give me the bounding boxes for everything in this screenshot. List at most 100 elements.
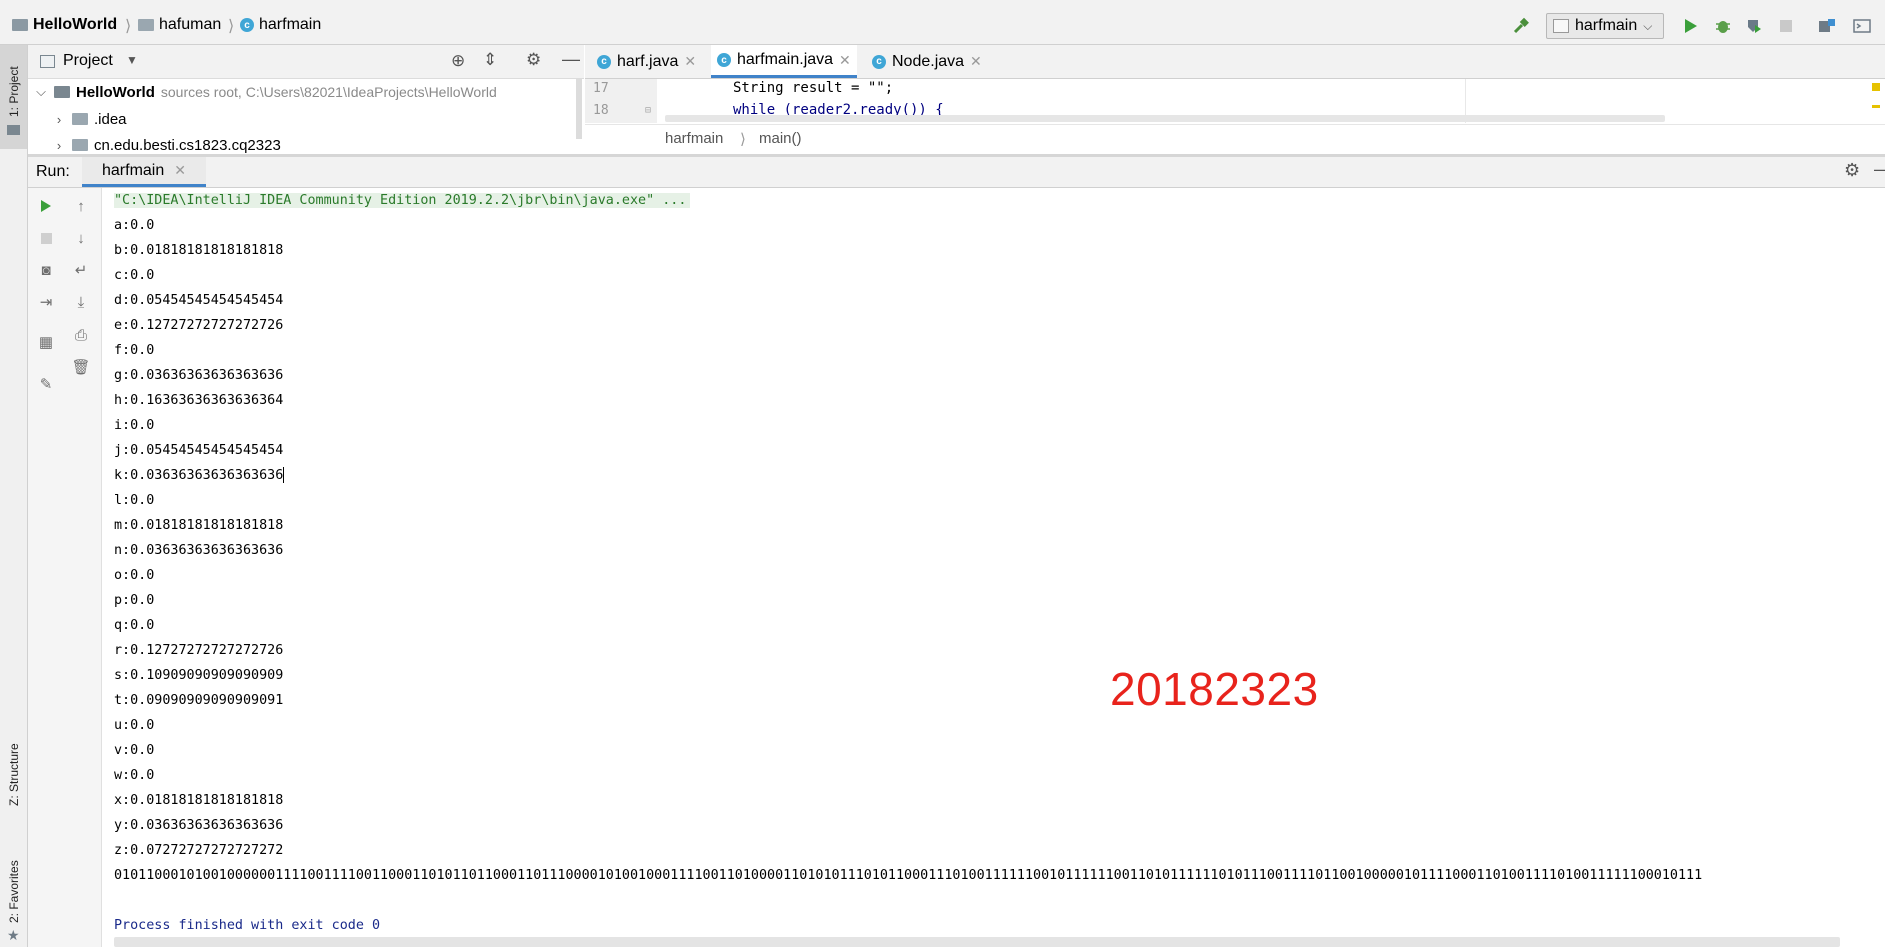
stop-icon[interactable] [1776,16,1796,36]
class-icon: c [240,18,254,32]
console-line-text: z:0.07272727272727272 [114,843,284,858]
camera-icon[interactable]: ◙ [35,259,57,281]
gear-icon[interactable]: ⚙ [1844,160,1860,181]
favorites-tab-label: 2: Favorites [7,860,21,923]
console-horizontal-scrollbar[interactable] [114,937,1840,947]
favorites-tool-tab[interactable]: 2: Favorites ★ [0,837,27,947]
console-line-text: l:0.0 [114,493,155,508]
tab-harf-java[interactable]: c harf.java ✕ [591,45,702,78]
console-line-text: b:0.01818181818181818 [114,243,284,258]
console-line-text: p:0.0 [114,593,155,608]
rerun-icon[interactable] [35,195,57,217]
scroll-to-end-icon[interactable]: ⤓ [70,291,92,313]
console-line-text: s:0.10909090909090909 [114,668,284,683]
project-panel-header: Project ▼ ⊕ ⇕ ⚙ — [28,45,584,79]
console-line: q:0.0 [114,613,154,638]
close-icon[interactable]: ✕ [970,53,982,70]
hide-panel-icon[interactable]: — [562,49,580,70]
run-configuration-select[interactable]: harfmain ⌵ [1546,13,1664,39]
collapse-all-icon[interactable]: ⇕ [483,50,497,70]
line-number: 18 [593,103,609,118]
trash-icon[interactable]: 🗑 [70,356,92,378]
run-with-coverage-icon[interactable] [1744,16,1764,36]
console-line: g:0.03636363636363636 [114,363,283,388]
console-line: h:0.16363636363636364 [114,388,283,413]
nav-separator: ⟩ [228,18,235,35]
console-line-text: j:0.05454545454545454 [114,443,284,458]
exit-icon[interactable]: ⇥ [35,291,57,313]
code-horizontal-scrollbar[interactable] [665,115,1665,122]
chevron-right-icon[interactable]: › [52,112,66,127]
breadcrumb-class[interactable]: harfmain [665,130,723,147]
text-cursor [283,467,285,483]
nav-crumb-module[interactable]: hafuman [138,16,221,34]
gear-icon[interactable]: ⚙ [526,50,541,70]
nav-crumb-file[interactable]: c harfmain [240,16,321,34]
warning-stripe[interactable] [1872,105,1880,108]
run-icon[interactable] [1681,16,1701,36]
layout-icon[interactable]: ▦ [35,331,57,353]
project-folder-icon [12,19,28,31]
nav-project-label: HelloWorld [33,16,118,33]
run-tab-harfmain[interactable]: harfmain ✕ [82,157,206,187]
tree-item-detail: sources root, C:\Users\82021\IdeaProject… [160,84,497,100]
project-panel-title[interactable]: Project [63,52,113,70]
chevron-down-icon[interactable]: ▼ [126,53,138,67]
console-line: l:0.0 [114,488,154,513]
chevron-right-icon[interactable]: › [52,138,66,153]
editor-breadcrumb: harfmain ⟩ main() [585,124,1885,155]
console-line-text: d:0.05454545454545454 [114,293,284,308]
close-icon[interactable]: ✕ [174,162,186,179]
tab-node-java[interactable]: c Node.java ✕ [866,45,988,78]
build-hammer-icon[interactable] [1511,16,1531,36]
class-icon: c [717,53,731,67]
structure-tab-label: Z: Structure [7,743,21,806]
tree-item-package[interactable]: › cn.edu.besti.cs1823.cq2323 [52,132,281,154]
console-output[interactable]: "C:\IDEA\IntelliJ IDEA Community Edition… [102,188,1885,947]
soft-wrap-icon[interactable]: ↵ [70,259,92,281]
run-tab-label: harfmain [102,161,165,179]
arrow-up-icon[interactable]: ↑ [70,195,92,217]
console-line: r:0.12727272727272726 [114,638,283,663]
console-line-text: o:0.0 [114,568,155,583]
command-text: "C:\IDEA\IntelliJ IDEA Community Edition… [114,193,691,208]
tree-item-idea[interactable]: › .idea [52,106,127,132]
pin-icon[interactable]: ✎ [35,373,57,395]
tab-harfmain-java[interactable]: c harfmain.java ✕ [711,45,857,78]
arrow-down-icon[interactable]: ↓ [70,227,92,249]
console-line: z:0.07272727272727272 [114,838,283,863]
hide-panel-icon[interactable]: — [1874,159,1885,180]
print-icon[interactable]: ⎙ [70,324,92,346]
console-line: a:0.0 [114,213,154,238]
project-structure-icon[interactable] [1817,16,1837,36]
console-line-text: t:0.09090909090909091 [114,693,284,708]
student-id-watermark: 20182323 [1110,663,1319,715]
code-editor[interactable]: 17 18 ⊟ String result = ""; while (reade… [585,79,1885,123]
close-icon[interactable]: ✕ [839,52,851,69]
tree-item-helloworld[interactable]: ⌵ HelloWorld sources root, C:\Users\8202… [34,79,497,105]
run-label: Run: [36,163,70,180]
structure-tool-tab[interactable]: Z: Structure [0,710,27,820]
console-line: m:0.01818181818181818 [114,513,283,538]
breadcrumb-method[interactable]: main() [759,130,802,147]
project-tool-tab[interactable]: 1: Project [0,45,27,149]
close-icon[interactable]: ✕ [684,53,696,70]
terminal-window-icon[interactable] [1852,16,1872,36]
fold-icon[interactable]: ⊟ [645,105,651,116]
warning-marker[interactable] [1872,83,1880,91]
locate-target-icon[interactable]: ⊕ [451,51,465,71]
tree-item-label: .idea [94,110,127,128]
nav-file-label: harfmain [259,16,322,33]
console-line-text: e:0.12727272727272726 [114,318,284,333]
console-line-text: y:0.03636363636363636 [114,818,284,833]
debug-bug-icon[interactable] [1713,16,1733,36]
nav-crumb-project[interactable]: HelloWorld [12,16,117,34]
console-line-text: w:0.0 [114,768,155,783]
tab-label: harf.java [617,52,679,70]
stop-icon[interactable] [35,227,57,249]
chevron-down-icon[interactable]: ⌵ [34,84,48,100]
left-tool-strip: 1: Project Z: Structure 2: Favorites ★ [0,45,28,947]
tree-scrollbar[interactable] [576,79,582,139]
console-line-text: g:0.03636363636363636 [114,368,284,383]
navigation-bar: HelloWorld ⟩ hafuman ⟩ c harfmain harfma… [0,8,1885,45]
